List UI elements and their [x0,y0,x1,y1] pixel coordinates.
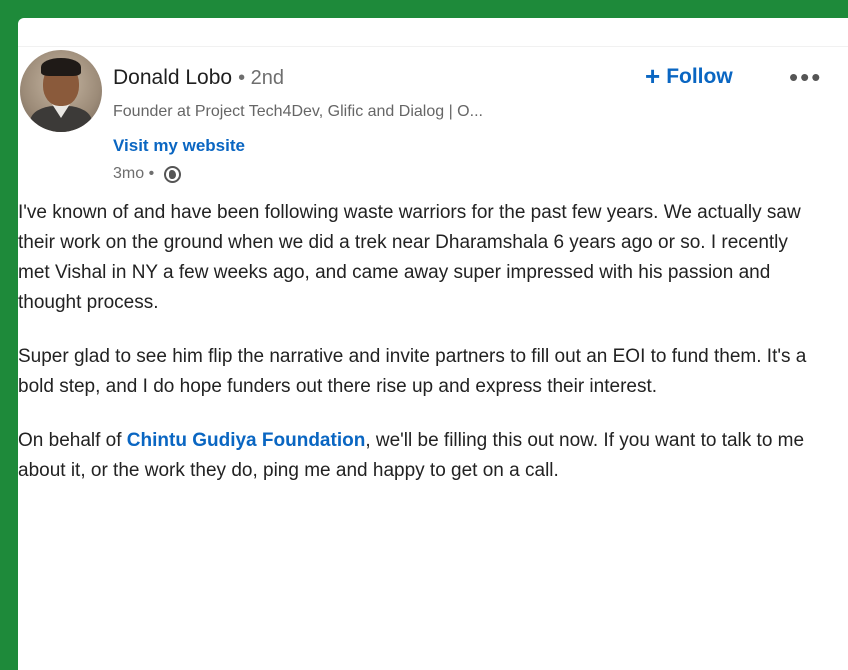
author-name-row: Donald Lobo • 2nd [113,66,284,92]
post-age: 3mo • [113,165,155,182]
mention-link[interactable]: Chintu Gudiya Foundation [127,430,366,451]
globe-icon [164,165,182,183]
follow-button[interactable]: + Follow [645,61,733,91]
more-options-icon[interactable]: ••• [789,62,822,93]
avatar-hair [41,58,81,76]
post-body: I've known of and have been following wa… [18,198,818,510]
author-headline: Founder at Project Tech4Dev, Glific and … [113,103,483,120]
connection-degree: • 2nd [238,67,285,89]
card-divider [18,46,848,47]
plus-icon: + [645,61,661,91]
post-paragraph: Super glad to see him flip the narrative… [18,346,807,397]
author-name[interactable]: Donald Lobo [113,66,232,90]
post-paragraph: On behalf of Chintu Gudiya Foundation, w… [18,426,818,486]
follow-label: Follow [666,65,733,88]
post-meta: 3mo • [113,163,182,185]
post-paragraph: I've known of and have been following wa… [18,202,801,313]
paragraph-text: On behalf of [18,430,127,451]
avatar[interactable] [20,50,102,132]
visit-website-link[interactable]: Visit my website [113,136,245,156]
